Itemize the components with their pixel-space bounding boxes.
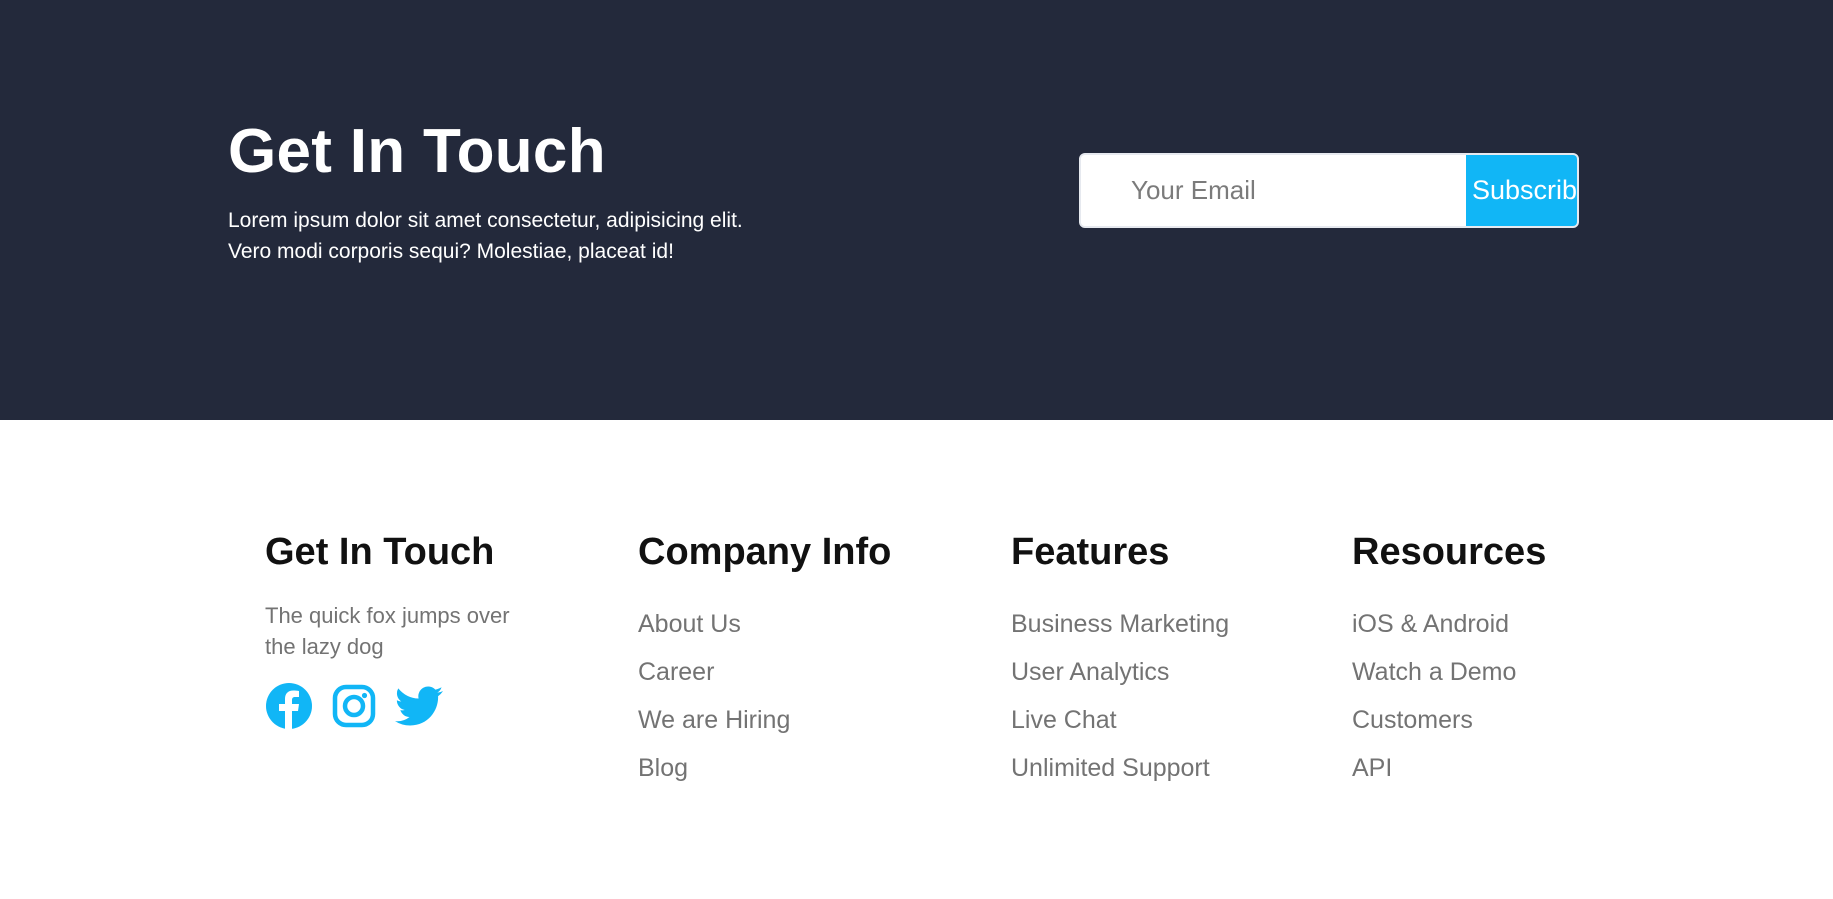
footer-link-career[interactable]: Career <box>638 658 714 686</box>
footer-link-blog[interactable]: Blog <box>638 754 688 782</box>
social-links <box>265 682 555 730</box>
footer-contact-text: The quick fox jumps over the lazy dog <box>265 600 555 662</box>
list-item: Blog <box>638 744 891 792</box>
footer-link-hiring[interactable]: We are Hiring <box>638 706 790 734</box>
list-item: iOS & Android <box>1352 600 1546 648</box>
list-item: Career <box>638 648 891 696</box>
footer-link-user-analytics[interactable]: User Analytics <box>1011 658 1169 686</box>
footer-link-watch-demo[interactable]: Watch a Demo <box>1352 658 1516 686</box>
facebook-icon[interactable] <box>265 682 313 730</box>
list-item: About Us <box>638 600 891 648</box>
list-item: Unlimited Support <box>1011 744 1229 792</box>
footer-features-links: Business Marketing User Analytics Live C… <box>1011 600 1229 792</box>
footer-link-live-chat[interactable]: Live Chat <box>1011 706 1117 734</box>
footer-link-unlimited-support[interactable]: Unlimited Support <box>1011 754 1210 782</box>
footer-link-business-marketing[interactable]: Business Marketing <box>1011 610 1229 638</box>
footer-resources-title: Resources <box>1352 531 1547 573</box>
footer-company-title: Company Info <box>638 531 892 573</box>
newsletter-description-line-2: Vero modi corporis sequi? Molestiae, pla… <box>228 240 674 263</box>
newsletter-section: Get In Touch Lorem ipsum dolor sit amet … <box>0 0 1833 420</box>
footer-resources-column: Resources iOS & Android Watch a Demo Cus… <box>1352 528 1546 792</box>
footer-link-ios-android[interactable]: iOS & Android <box>1352 610 1509 638</box>
footer-link-about-us[interactable]: About Us <box>638 610 741 638</box>
newsletter-description: Lorem ipsum dolor sit amet consectetur, … <box>228 205 868 267</box>
footer-company-column: Company Info About Us Career We are Hiri… <box>638 528 891 792</box>
footer-contact-text-line-2: the lazy dog <box>265 634 384 659</box>
email-input[interactable] <box>1081 155 1466 226</box>
list-item: Customers <box>1352 696 1546 744</box>
list-item: We are Hiring <box>638 696 891 744</box>
footer-contact-column: Get In Touch The quick fox jumps over th… <box>265 528 555 730</box>
footer-features-title: Features <box>1011 531 1170 573</box>
list-item: API <box>1352 744 1546 792</box>
footer-link-customers[interactable]: Customers <box>1352 706 1473 734</box>
instagram-icon[interactable] <box>330 682 378 730</box>
subscribe-form: Subscribe <box>1079 153 1579 228</box>
list-item: Watch a Demo <box>1352 648 1546 696</box>
footer-features-column: Features Business Marketing User Analyti… <box>1011 528 1229 792</box>
footer-company-links: About Us Career We are Hiring Blog <box>638 600 891 792</box>
footer-contact-text-line-1: The quick fox jumps over <box>265 603 510 628</box>
list-item: Live Chat <box>1011 696 1229 744</box>
footer-resources-links: iOS & Android Watch a Demo Customers API <box>1352 600 1546 792</box>
footer-contact-title: Get In Touch <box>265 531 495 573</box>
subscribe-button[interactable]: Subscribe <box>1466 155 1577 226</box>
twitter-icon[interactable] <box>395 682 443 730</box>
newsletter-title: Get In Touch <box>228 117 606 186</box>
list-item: User Analytics <box>1011 648 1229 696</box>
newsletter-description-line-1: Lorem ipsum dolor sit amet consectetur, … <box>228 209 743 232</box>
list-item: Business Marketing <box>1011 600 1229 648</box>
footer-link-api[interactable]: API <box>1352 754 1392 782</box>
